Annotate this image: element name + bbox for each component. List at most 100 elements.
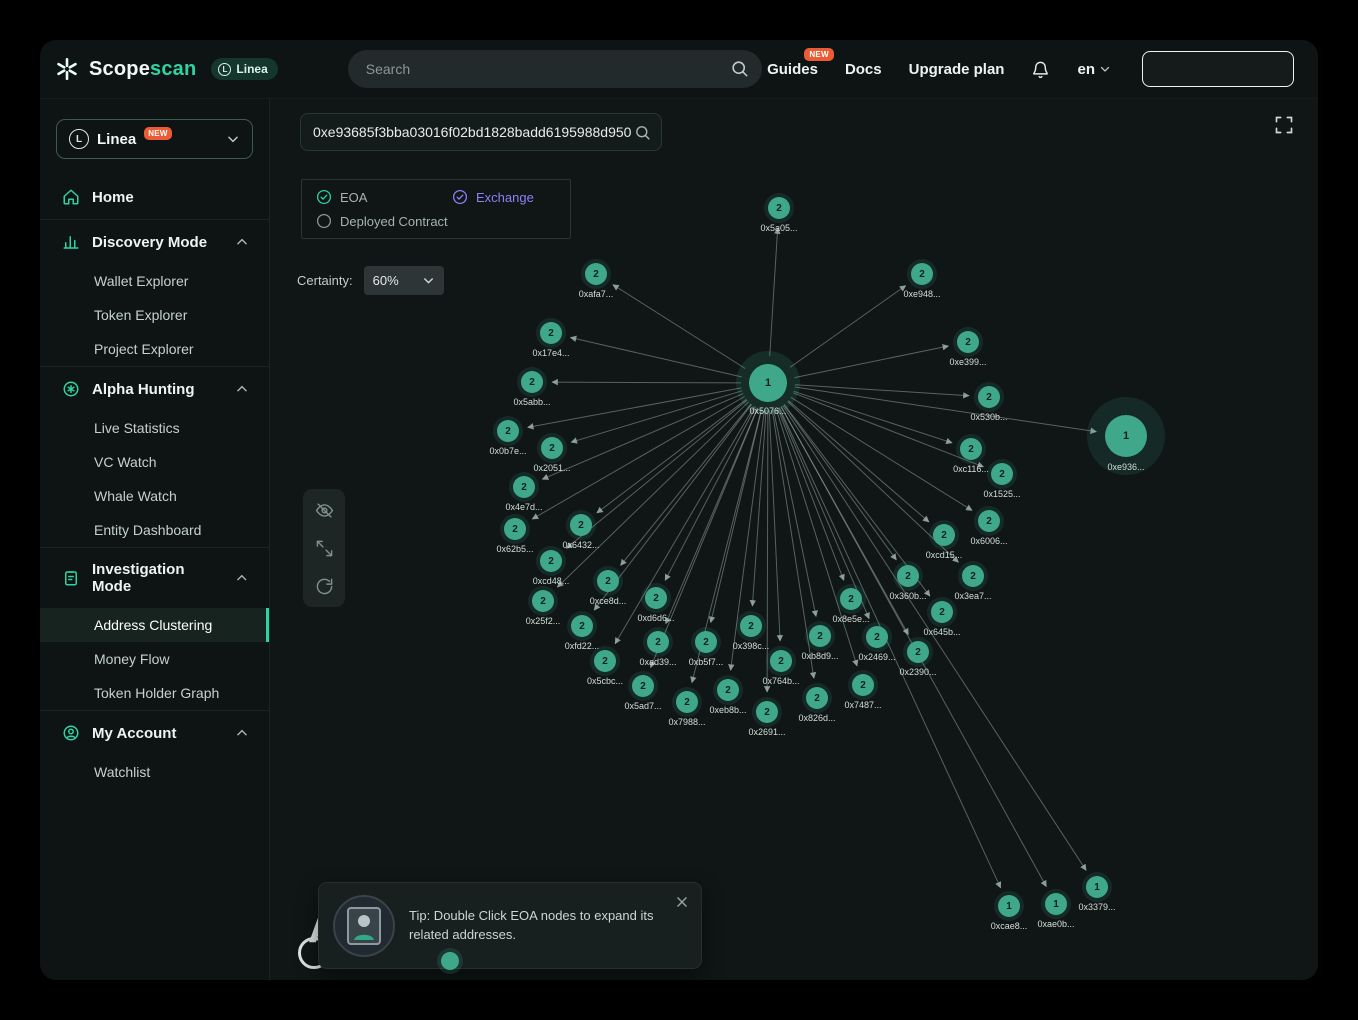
node-circle[interactable]: 2 xyxy=(570,514,592,536)
sidebar-item-investigation-mode[interactable]: Investigation Mode xyxy=(40,548,269,608)
node-circle[interactable]: 1 xyxy=(1045,893,1067,915)
node-circle[interactable]: 2 xyxy=(645,587,667,609)
node-circle[interactable]: 2 xyxy=(962,565,984,587)
nav-docs[interactable]: Docs xyxy=(845,61,882,78)
node-circle[interactable]: 2 xyxy=(907,641,929,663)
fit-view-button[interactable] xyxy=(303,529,345,567)
node-circle[interactable]: 2 xyxy=(740,615,762,637)
sidebar-item-token-explorer[interactable]: Token Explorer xyxy=(40,298,269,332)
node-circle[interactable]: 2 xyxy=(897,565,919,587)
node-circle[interactable]: 2 xyxy=(585,263,607,285)
legend-eoa[interactable]: EOA xyxy=(316,189,444,205)
node-circle[interactable]: 2 xyxy=(960,438,982,460)
node-circle[interactable]: 2 xyxy=(695,631,717,653)
partial-graph-node[interactable] xyxy=(441,952,459,970)
sidebar-item-project-explorer[interactable]: Project Explorer xyxy=(40,332,269,366)
node-circle[interactable]: 2 xyxy=(541,437,563,459)
node-circle[interactable]: 2 xyxy=(597,570,619,592)
global-search-input[interactable] xyxy=(348,61,762,77)
node-circle[interactable]: 2 xyxy=(540,550,562,572)
node-circle[interactable]: 2 xyxy=(571,615,593,637)
chevron-up-icon[interactable] xyxy=(235,571,249,585)
node-address-label: 0x7487... xyxy=(844,700,881,710)
search-icon[interactable] xyxy=(730,59,749,78)
node-circle[interactable]: 2 xyxy=(978,510,1000,532)
sidebar-item-home[interactable]: Home xyxy=(40,175,269,219)
brand-scan: scan xyxy=(150,58,196,80)
node-address-label: 0x8e5e... xyxy=(832,614,869,624)
node-circle[interactable]: 2 xyxy=(756,701,778,723)
close-icon[interactable] xyxy=(675,895,689,909)
chevron-up-icon[interactable] xyxy=(235,235,249,249)
certainty-dropdown[interactable]: 60% xyxy=(364,266,444,295)
node-circle[interactable]: 2 xyxy=(532,590,554,612)
node-circle[interactable]: 2 xyxy=(957,331,979,353)
network-selector[interactable]: L Linea NEW xyxy=(56,119,253,159)
sidebar-item-live-statistics[interactable]: Live Statistics xyxy=(40,411,269,445)
node-circle[interactable]: 2 xyxy=(840,588,862,610)
notifications-bell-icon[interactable] xyxy=(1031,60,1050,79)
chevron-up-icon[interactable] xyxy=(235,726,249,740)
network-badge[interactable]: L Linea xyxy=(211,58,277,80)
node-circle[interactable]: 2 xyxy=(911,263,933,285)
node-circle[interactable]: 2 xyxy=(497,420,519,442)
chevron-down-icon xyxy=(226,132,240,146)
sidebar-item-watchlist[interactable]: Watchlist xyxy=(40,755,269,789)
node-circle[interactable]: 1 xyxy=(998,895,1020,917)
node-circle[interactable]: 2 xyxy=(770,650,792,672)
global-search[interactable] xyxy=(348,50,762,88)
node-circle[interactable]: 2 xyxy=(806,687,828,709)
node-circle[interactable]: 1 xyxy=(749,364,787,402)
node-circle[interactable]: 2 xyxy=(991,463,1013,485)
node-circle[interactable]: 2 xyxy=(521,371,543,393)
fullscreen-icon[interactable] xyxy=(1274,115,1294,135)
page: Scopescan L Linea Guides NEW Docs Upgrad… xyxy=(0,0,1358,1020)
node-address-label: 0xce8d... xyxy=(590,596,627,606)
chevron-up-icon[interactable] xyxy=(235,382,249,396)
refresh-button[interactable] xyxy=(303,567,345,605)
sidebar-item-whale-watch[interactable]: Whale Watch xyxy=(40,479,269,513)
node-circle[interactable]: 2 xyxy=(513,476,535,498)
node-circle[interactable]: 2 xyxy=(809,625,831,647)
connect-wallet-button[interactable] xyxy=(1142,51,1294,87)
node-circle[interactable]: 2 xyxy=(717,679,739,701)
sidebar-item-token-holder-graph[interactable]: Token Holder Graph xyxy=(40,676,269,710)
sidebar-item-alpha-hunting[interactable]: Alpha Hunting xyxy=(40,367,269,411)
legend-exchange[interactable]: Exchange xyxy=(452,189,534,205)
address-input[interactable] xyxy=(301,124,634,140)
app-window: Scopescan L Linea Guides NEW Docs Upgrad… xyxy=(40,40,1318,980)
sidebar-item-discovery-mode[interactable]: Discovery Mode xyxy=(40,220,269,264)
node-circle[interactable]: 2 xyxy=(852,674,874,696)
node-address-label: 0xafa7... xyxy=(579,289,614,299)
nav-upgrade-plan[interactable]: Upgrade plan xyxy=(909,61,1005,78)
node-circle[interactable]: 2 xyxy=(594,650,616,672)
sidebar-item-wallet-explorer[interactable]: Wallet Explorer xyxy=(40,264,269,298)
node-circle[interactable]: 2 xyxy=(978,386,1000,408)
sidebar-item-money-flow[interactable]: Money Flow xyxy=(40,642,269,676)
node-circle[interactable]: 1 xyxy=(1105,415,1147,457)
sidebar-item-my-account[interactable]: My Account xyxy=(40,711,269,755)
scopescan-logo-icon xyxy=(54,56,80,82)
node-circle[interactable]: 2 xyxy=(676,691,698,713)
brand[interactable]: Scopescan L Linea xyxy=(54,56,278,82)
hide-labels-button[interactable] xyxy=(303,491,345,529)
search-icon[interactable] xyxy=(634,124,651,141)
node-circle[interactable]: 2 xyxy=(632,675,654,697)
sidebar-item-entity-dashboard[interactable]: Entity Dashboard xyxy=(40,513,269,547)
language-selector[interactable]: en xyxy=(1077,61,1111,78)
node-circle[interactable]: 2 xyxy=(866,626,888,648)
graph-canvas[interactable]: EOA Exchange Deployed Contract xyxy=(270,99,1318,980)
node-circle[interactable]: 2 xyxy=(768,197,790,219)
sidebar-item-vc-watch[interactable]: VC Watch xyxy=(40,445,269,479)
node-address-label: 0x2691... xyxy=(748,727,785,737)
node-circle[interactable]: 2 xyxy=(504,518,526,540)
node-circle[interactable]: 1 xyxy=(1086,876,1108,898)
node-circle[interactable]: 2 xyxy=(540,322,562,344)
node-circle[interactable]: 2 xyxy=(933,524,955,546)
node-circle[interactable]: 2 xyxy=(931,601,953,623)
node-circle[interactable]: 2 xyxy=(647,631,669,653)
sidebar-item-address-clustering[interactable]: Address Clustering xyxy=(40,608,269,642)
address-search-box[interactable] xyxy=(300,113,662,151)
nav-guides[interactable]: Guides NEW xyxy=(767,61,818,78)
legend-deployed-contract[interactable]: Deployed Contract xyxy=(316,213,448,229)
